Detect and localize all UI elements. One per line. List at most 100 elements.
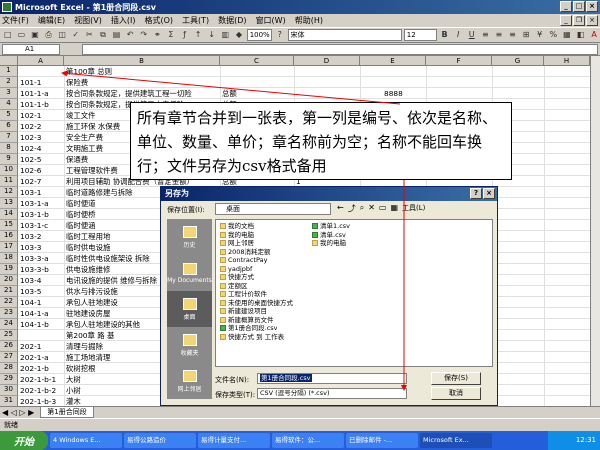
row-header[interactable]: 16 xyxy=(0,231,18,242)
file-item[interactable]: 网上邻居 xyxy=(220,239,293,248)
row-header[interactable]: 21 xyxy=(0,286,18,297)
maximize-button[interactable]: □ xyxy=(573,1,585,12)
cell-b[interactable]: 驻地建设房屋 xyxy=(66,308,110,319)
cell-b[interactable]: 工程管理软件费 xyxy=(66,165,118,176)
doc-minimize-button[interactable]: _ xyxy=(560,15,572,26)
doc-close-button[interactable]: × xyxy=(586,15,598,26)
row-header[interactable]: 2 xyxy=(0,77,18,88)
underline-icon[interactable]: U xyxy=(466,29,478,41)
file-item[interactable]: 未使用的桌面快捷方式 xyxy=(220,299,293,308)
file-item[interactable]: 清单.csv xyxy=(312,231,350,240)
menu-insert[interactable]: 插入(I) xyxy=(111,15,136,26)
row-header[interactable]: 19 xyxy=(0,264,18,275)
cell-b[interactable]: 临时供电设施 xyxy=(66,242,110,253)
cell-a[interactable]: 202-1-a xyxy=(20,352,49,363)
row-header[interactable]: 4 xyxy=(0,99,18,110)
cell-a[interactable]: 202-1-b-3 xyxy=(20,396,56,406)
row-header[interactable]: 8 xyxy=(0,143,18,154)
cell-a[interactable]: 202-1-b-1 xyxy=(20,374,56,385)
cell-a[interactable]: 103-1-c xyxy=(20,220,48,231)
cell-a[interactable]: 202-1-b-2 xyxy=(20,385,56,396)
cell-b[interactable]: 临时便桥 xyxy=(66,209,96,220)
cell-b[interactable]: 临时便涵 xyxy=(66,220,96,231)
row-header[interactable]: 7 xyxy=(0,132,18,143)
row-header[interactable]: 20 xyxy=(0,275,18,286)
row-header[interactable]: 22 xyxy=(0,297,18,308)
italic-icon[interactable]: I xyxy=(452,29,464,41)
search-web-icon[interactable]: ⌕ xyxy=(360,203,364,214)
row-header[interactable]: 24 xyxy=(0,319,18,330)
align-center-icon[interactable]: ≡ xyxy=(493,29,505,41)
row-header[interactable]: 28 xyxy=(0,363,18,374)
row-header[interactable]: 10 xyxy=(0,165,18,176)
cell-a[interactable]: 101-1-a xyxy=(20,88,49,99)
col-header-d[interactable]: D xyxy=(294,56,360,66)
cell-a[interactable]: 103-3 xyxy=(20,242,41,253)
row-header[interactable]: 27 xyxy=(0,352,18,363)
row-header[interactable]: 25 xyxy=(0,330,18,341)
cell-a[interactable]: 103-5 xyxy=(20,286,41,297)
file-item[interactable]: ContractPay xyxy=(220,256,293,265)
dialog-close-button[interactable]: × xyxy=(483,188,495,199)
cell-a[interactable]: 103-4 xyxy=(20,275,41,286)
bold-icon[interactable]: B xyxy=(439,29,451,41)
row-header[interactable]: 9 xyxy=(0,154,18,165)
col-header-a[interactable]: A xyxy=(18,56,64,66)
new-icon[interactable]: □ xyxy=(2,29,14,41)
cell-a[interactable]: 101-1 xyxy=(20,77,41,88)
cut-icon[interactable]: ✂ xyxy=(84,29,96,41)
help-icon[interactable]: ? xyxy=(274,29,286,41)
row-header[interactable]: 26 xyxy=(0,341,18,352)
cell-b[interactable]: 承包人驻地建设 xyxy=(66,297,118,308)
cell-b[interactable]: 清理与掘除 xyxy=(66,341,103,352)
taskbar-item[interactable]: 易得公路造价 xyxy=(124,433,196,448)
views-icon[interactable]: ▦ xyxy=(390,203,398,214)
row-header[interactable]: 1 xyxy=(0,66,18,77)
cell-a[interactable]: 202-1-b xyxy=(20,363,49,374)
cell-a[interactable]: 103-2 xyxy=(20,231,41,242)
taskbar-item[interactable]: 已删除邮件 -... xyxy=(346,433,418,448)
cell-a[interactable]: 102-7 xyxy=(20,176,41,187)
paste-icon[interactable]: ▤ xyxy=(111,29,123,41)
select-all-corner[interactable] xyxy=(0,56,18,66)
row-header[interactable]: 18 xyxy=(0,253,18,264)
undo-icon[interactable]: ↶ xyxy=(124,29,136,41)
cell-a[interactable]: 202-1 xyxy=(20,341,41,352)
cell-b[interactable]: 临时便道 xyxy=(66,198,96,209)
minimize-button[interactable]: _ xyxy=(560,1,572,12)
row-header[interactable]: 13 xyxy=(0,198,18,209)
zoom-select[interactable]: 100% xyxy=(246,29,272,41)
back-icon[interactable]: ← xyxy=(337,203,344,214)
cell-a[interactable]: 102-6 xyxy=(20,165,41,176)
cell-a[interactable]: 103-1-a xyxy=(20,198,49,209)
file-item[interactable]: 快捷方式 xyxy=(220,273,293,282)
cell-a[interactable]: 104-1-a xyxy=(20,308,49,319)
row-header[interactable]: 29 xyxy=(0,374,18,385)
look-in-select[interactable]: 桌面 xyxy=(215,203,331,215)
hyperlink-icon[interactable]: ⚭ xyxy=(152,29,164,41)
align-right-icon[interactable]: ≡ xyxy=(507,29,519,41)
cell-b[interactable]: 承包人驻地建设的其他 xyxy=(66,319,140,330)
spell-icon[interactable]: ✓ xyxy=(70,29,82,41)
place-history[interactable]: 历史 xyxy=(167,219,212,255)
col-header-g[interactable]: G xyxy=(492,56,544,66)
menu-tools[interactable]: 工具(T) xyxy=(182,15,209,26)
file-item[interactable]: 清单1.csv xyxy=(312,222,350,231)
row-header[interactable]: 30 xyxy=(0,385,18,396)
place-my-documents[interactable]: My Documents xyxy=(167,255,212,291)
cell-a[interactable]: 104-1 xyxy=(20,297,41,308)
col-header-h[interactable]: H xyxy=(544,56,590,66)
print-icon[interactable]: ⎙ xyxy=(43,29,55,41)
cell-e[interactable]: 8888 xyxy=(384,88,403,99)
row-header[interactable]: 23 xyxy=(0,308,18,319)
menu-format[interactable]: 格式(O) xyxy=(144,15,173,26)
row-header[interactable]: 11 xyxy=(0,176,18,187)
cell-a[interactable]: 104-1-b xyxy=(20,319,49,330)
menu-window[interactable]: 窗口(W) xyxy=(256,15,286,26)
cell-a[interactable]: 102-2 xyxy=(20,121,41,132)
sum-icon[interactable]: Σ xyxy=(165,29,177,41)
filename-input[interactable]: 第1册合同段.csv xyxy=(257,373,407,384)
cell-a[interactable]: 101-1-b xyxy=(20,99,49,110)
cell-b[interactable]: 施工环保 水保费 xyxy=(66,121,120,132)
cell-b[interactable]: 临时工程用地 xyxy=(66,231,110,242)
